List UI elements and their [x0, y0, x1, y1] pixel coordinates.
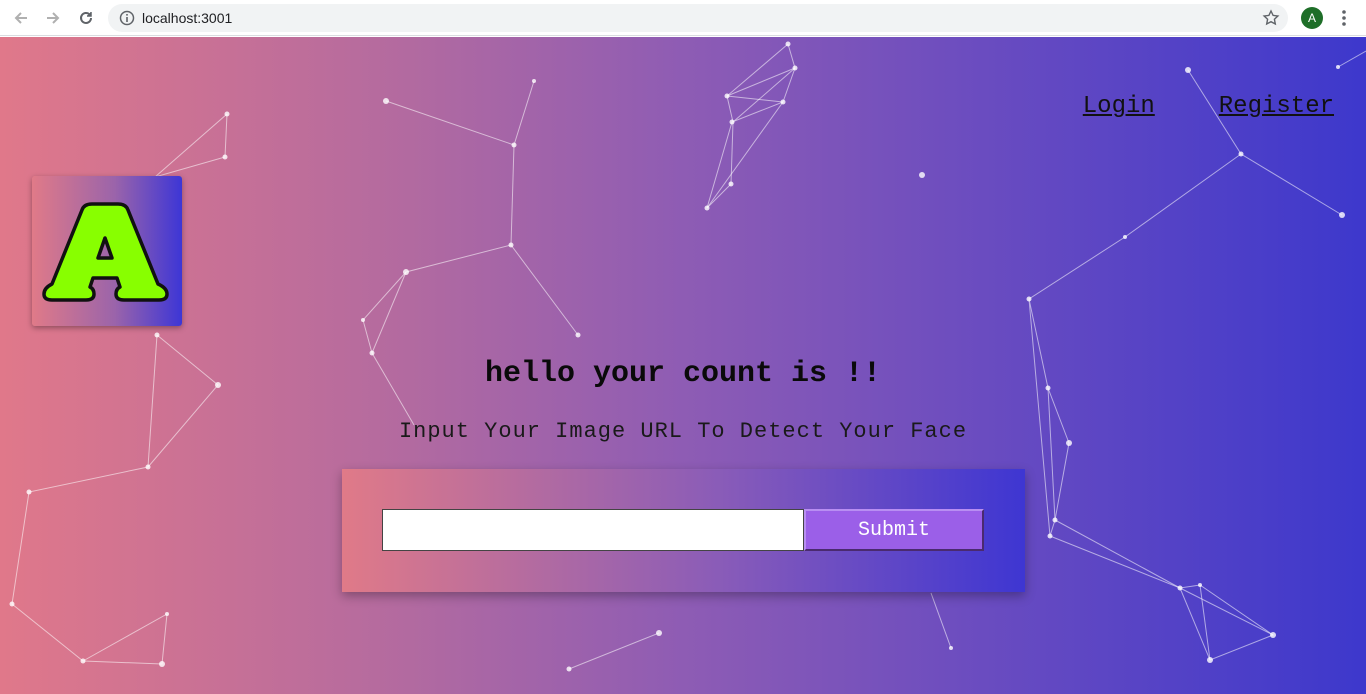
forward-button[interactable] — [41, 7, 65, 29]
letter-a-logo-icon — [42, 202, 169, 302]
register-link[interactable]: Register — [1219, 93, 1334, 120]
profile-avatar[interactable]: A — [1301, 7, 1323, 29]
arrow-left-icon — [14, 12, 27, 24]
image-url-form: Submit — [342, 469, 1025, 592]
reload-icon — [80, 11, 92, 24]
address-bar[interactable]: localhost:3001 — [108, 4, 1288, 32]
browser-toolbar: localhost:3001 A — [0, 0, 1366, 36]
image-url-input[interactable] — [382, 509, 804, 551]
count-heading: hello your count is !! — [484, 357, 882, 391]
submit-button[interactable]: Submit — [804, 509, 984, 551]
address-url[interactable]: localhost:3001 — [142, 10, 232, 26]
info-icon[interactable] — [119, 10, 135, 26]
back-button[interactable] — [9, 7, 33, 29]
login-link[interactable]: Login — [1083, 93, 1155, 120]
instruction-text: Input Your Image URL To Detect Your Face — [398, 419, 968, 444]
app-page: Login Register hello your count is !! In… — [0, 37, 1366, 694]
reload-button[interactable] — [74, 7, 98, 29]
logo[interactable] — [32, 176, 182, 326]
bookmark-star-icon[interactable] — [1262, 9, 1280, 27]
menu-dots-icon[interactable] — [1336, 8, 1352, 28]
arrow-right-icon — [47, 12, 60, 24]
top-nav: Login Register — [1083, 93, 1334, 120]
